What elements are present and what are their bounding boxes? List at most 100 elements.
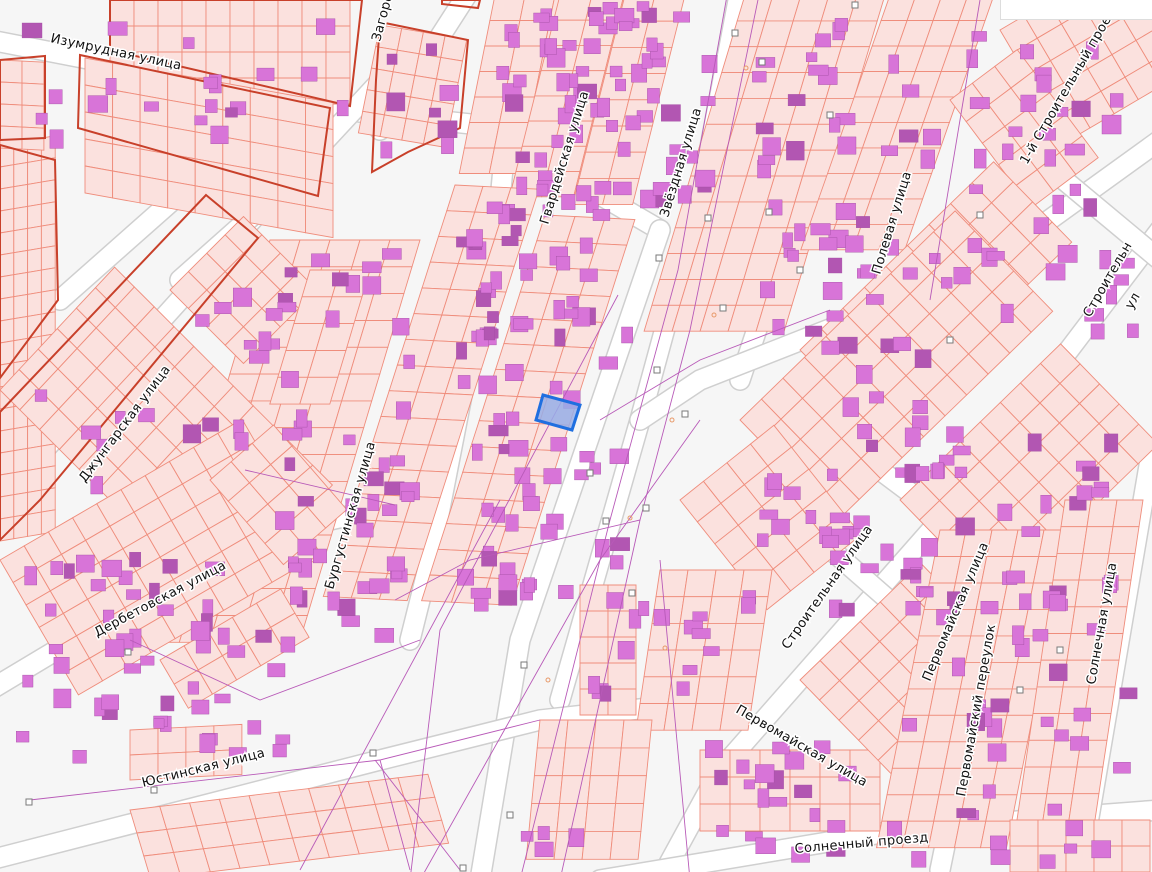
building[interactable] [498,590,518,606]
building[interactable] [481,502,494,517]
building[interactable] [822,282,843,300]
building[interactable] [558,585,574,599]
building[interactable] [1119,687,1138,700]
building[interactable] [396,401,411,420]
building[interactable] [921,538,938,557]
building[interactable] [929,252,941,264]
building[interactable] [615,78,627,92]
cadastral-map[interactable]: Изумрудная улица Загоро Гвардейская улиц… [0,0,1152,872]
building[interactable] [300,66,318,82]
parcel[interactable] [1001,714,1034,743]
building[interactable] [597,97,611,117]
building[interactable] [691,628,711,639]
building[interactable] [819,237,838,251]
building[interactable] [22,674,34,688]
building[interactable] [441,135,454,154]
building[interactable] [579,451,595,463]
building[interactable] [828,257,843,274]
building[interactable] [1039,854,1056,869]
building[interactable] [1090,323,1105,340]
parcel[interactable] [707,596,741,624]
building[interactable] [856,365,873,384]
building[interactable] [598,356,618,370]
building[interactable] [341,615,360,627]
building[interactable] [232,287,252,307]
building[interactable] [288,562,302,573]
parcel[interactable] [27,291,42,317]
building[interactable] [1065,820,1084,837]
parcel[interactable] [1046,766,1078,795]
parcel[interactable] [194,158,224,192]
parcel[interactable] [643,649,677,678]
building[interactable] [990,835,1007,850]
parcel[interactable] [27,467,42,493]
building[interactable] [140,655,155,666]
building[interactable] [429,107,441,118]
building[interactable] [954,466,968,478]
building[interactable] [556,73,570,92]
building[interactable] [255,629,272,643]
building[interactable] [835,202,856,220]
parcel[interactable] [0,208,15,234]
building[interactable] [523,577,535,593]
building[interactable] [519,253,538,270]
parcel[interactable] [40,179,56,205]
building[interactable] [374,628,394,643]
building[interactable] [337,598,356,616]
building[interactable] [1064,143,1085,156]
parcel[interactable] [463,122,501,149]
parcel[interactable] [411,819,450,848]
building[interactable] [606,119,618,132]
building[interactable] [234,432,249,451]
parcel[interactable] [531,775,563,805]
building[interactable] [1002,143,1014,160]
building[interactable] [356,522,374,538]
building[interactable] [556,256,571,271]
building[interactable] [856,216,870,228]
building[interactable] [505,514,519,532]
building[interactable] [815,33,831,48]
building[interactable] [1071,100,1091,117]
building[interactable] [986,250,1005,261]
building[interactable] [343,434,356,446]
building[interactable] [277,293,293,303]
parcel[interactable] [181,51,207,79]
building[interactable] [1020,94,1037,112]
building[interactable] [1052,194,1064,214]
parcel[interactable] [0,186,15,212]
parcel[interactable] [277,51,303,79]
building[interactable] [210,125,229,144]
building[interactable] [987,743,1007,762]
building[interactable] [857,424,873,440]
building[interactable] [636,1,650,12]
building[interactable] [772,319,785,336]
building[interactable] [195,638,211,654]
parcel[interactable] [222,163,251,197]
parcel[interactable] [404,796,443,825]
building[interactable] [389,455,405,467]
building[interactable] [614,7,635,24]
building[interactable] [952,445,971,456]
building[interactable] [537,826,550,841]
building[interactable] [101,694,119,710]
building[interactable] [336,99,349,117]
building[interactable] [281,371,299,388]
building[interactable] [513,74,527,88]
building[interactable] [610,555,624,570]
building[interactable] [457,375,471,389]
building[interactable] [153,718,165,729]
building[interactable] [787,249,799,262]
building[interactable] [911,851,927,868]
building[interactable] [1049,663,1068,682]
parcel[interactable] [1086,499,1118,528]
parcel[interactable] [489,0,525,21]
parcel[interactable] [229,51,255,79]
parcel[interactable] [13,447,29,474]
building[interactable] [480,282,492,294]
building[interactable] [610,537,630,552]
building[interactable] [63,563,75,579]
building[interactable] [860,563,879,574]
building[interactable] [829,512,850,524]
parcel[interactable] [112,143,141,177]
parcel[interactable] [305,151,334,185]
